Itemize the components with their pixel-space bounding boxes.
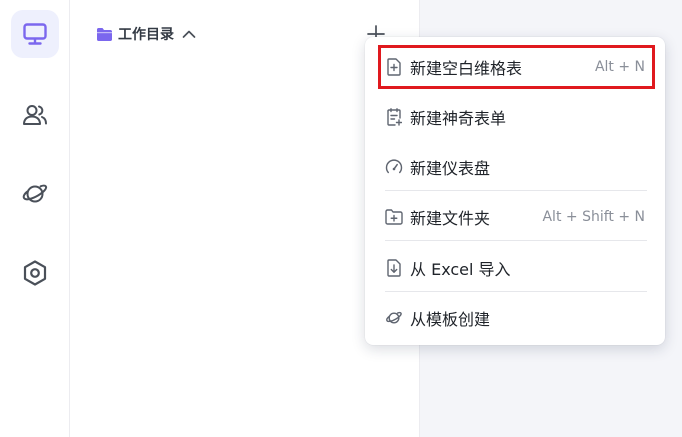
menu-divider	[385, 240, 647, 241]
app-root: 工作目录 新建空白维格表 Alt + N 新建神奇表单 新建仪表盘 新建文件夹 …	[0, 0, 682, 437]
sidebar-item-workbench[interactable]	[11, 10, 59, 58]
users-icon	[23, 105, 47, 125]
directory-title: 工作目录	[118, 27, 174, 43]
hexagon-settings-icon	[23, 260, 47, 286]
monitor-icon	[23, 23, 47, 45]
file-import-icon	[385, 259, 403, 277]
menu-item-from-template[interactable]: 从模板创建	[385, 296, 647, 340]
folder-icon	[97, 27, 112, 41]
menu-item-label: 新建仪表盘	[410, 159, 491, 178]
planet-icon	[385, 309, 403, 327]
menu-item-new-dashboard[interactable]: 新建仪表盘	[385, 145, 647, 189]
menu-item-label: 新建文件夹	[410, 209, 491, 228]
dashboard-gauge-icon	[385, 158, 403, 176]
menu-item-new-form[interactable]: 新建神奇表单	[385, 95, 647, 139]
menu-item-import-excel[interactable]: 从 Excel 导入	[385, 246, 647, 290]
sidebar-item-settings[interactable]	[11, 249, 59, 297]
planet-icon	[22, 184, 48, 203]
menu-item-label: 从模板创建	[410, 310, 491, 329]
menu-item-shortcut: Alt + N	[594, 59, 645, 75]
create-menu: 新建空白维格表 Alt + N 新建神奇表单 新建仪表盘 新建文件夹 Alt +…	[365, 37, 665, 345]
menu-item-shortcut: Alt + Shift + N	[542, 209, 645, 225]
directory-header[interactable]: 工作目录	[96, 22, 196, 46]
folder-plus-icon	[385, 208, 403, 226]
sidebar-rail	[0, 0, 70, 437]
menu-divider	[385, 190, 647, 191]
menu-item-label: 新建空白维格表	[410, 59, 523, 78]
menu-divider	[385, 291, 647, 292]
menu-item-label: 新建神奇表单	[410, 109, 507, 128]
chevron-up-icon[interactable]	[182, 29, 196, 39]
menu-item-new-folder[interactable]: 新建文件夹 Alt + Shift + N	[385, 195, 647, 239]
sidebar-item-members[interactable]	[11, 91, 59, 139]
menu-item-new-datasheet[interactable]: 新建空白维格表 Alt + N	[385, 45, 647, 89]
file-plus-icon	[385, 58, 403, 76]
form-icon	[385, 108, 403, 126]
sidebar-item-templates[interactable]	[11, 170, 59, 218]
menu-item-label: 从 Excel 导入	[410, 260, 511, 279]
